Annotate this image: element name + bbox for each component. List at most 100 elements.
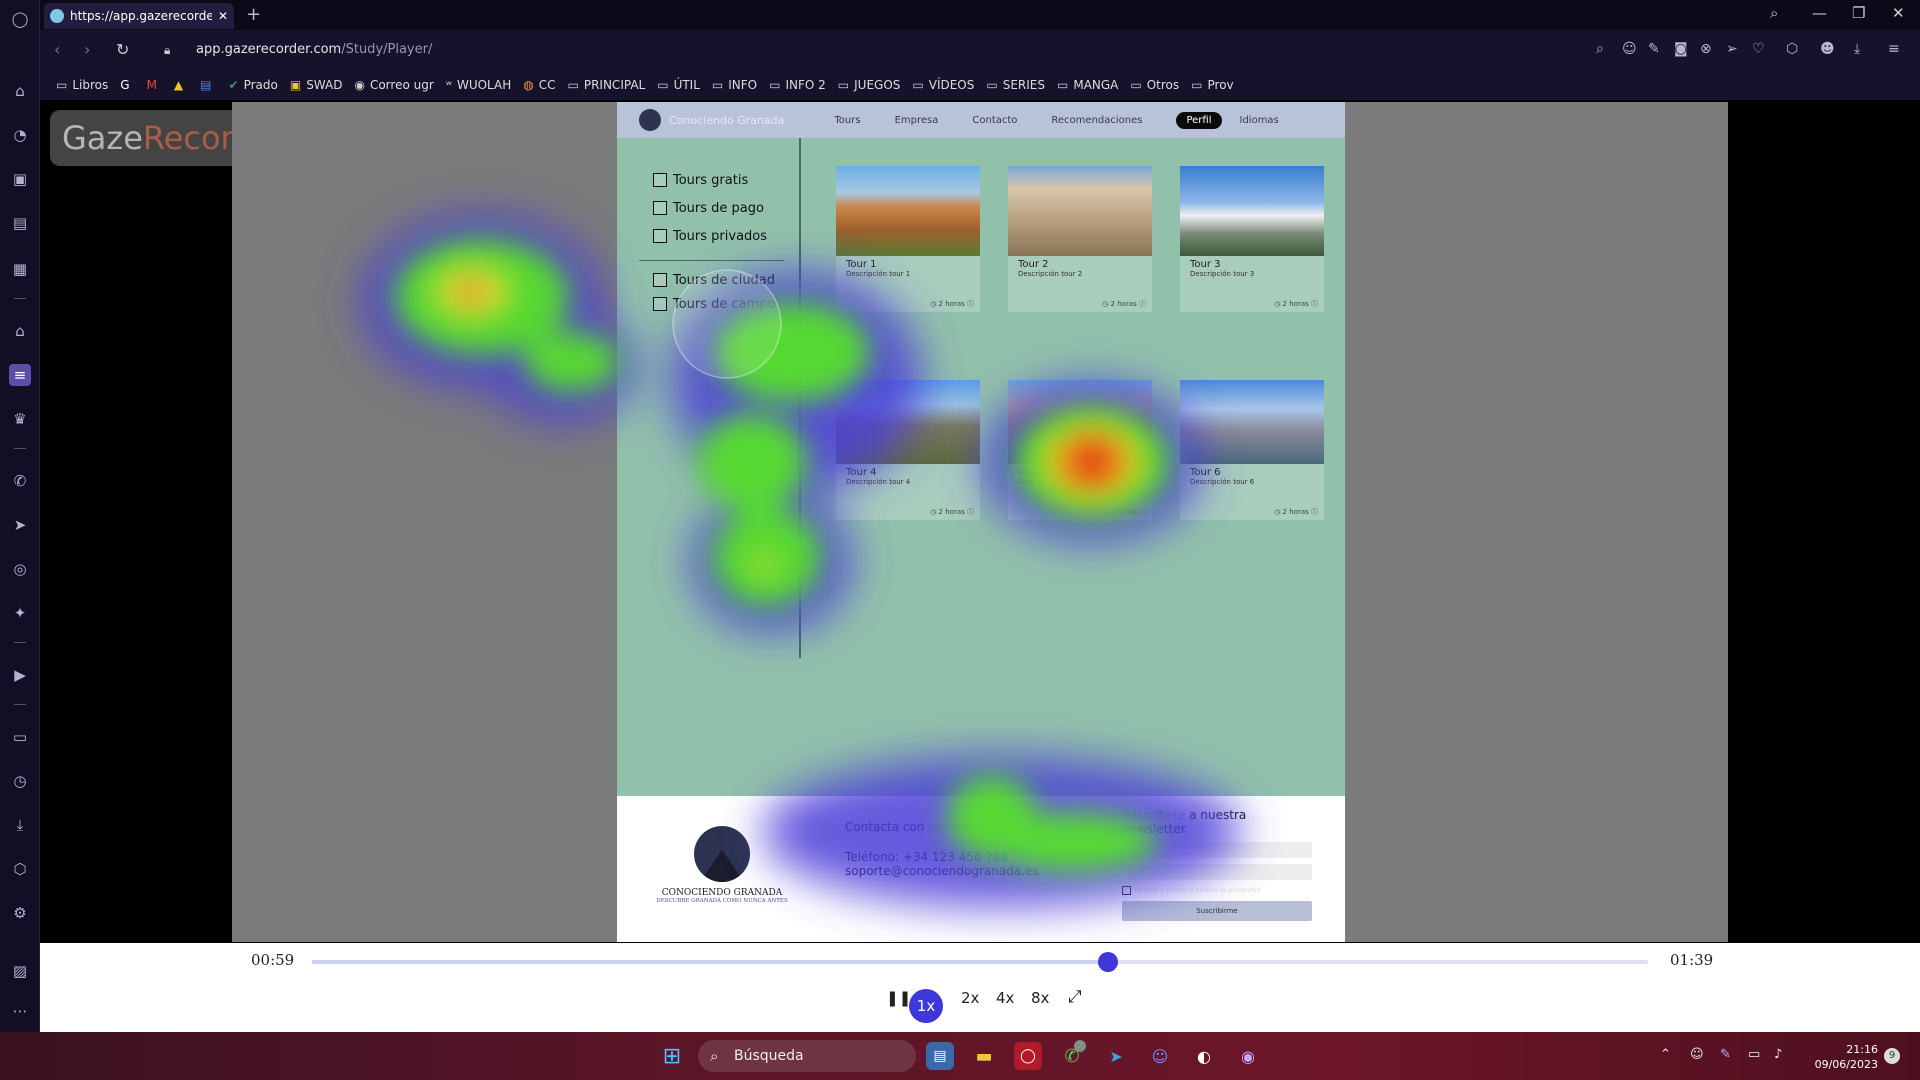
bookmark-juegos[interactable]: ▭ JUEGOS [838, 78, 901, 92]
search-tabs-icon[interactable]: ⌕ [1770, 4, 1778, 22]
active-tab[interactable]: https://app.gazerecorder.c ✕ [44, 3, 234, 29]
restore-icon[interactable]: ❐ [1852, 4, 1865, 22]
seek-bar[interactable] [312, 952, 1648, 972]
tour-desc: Descripción tour 4 [846, 478, 911, 486]
box-icon[interactable]: ⬡ [1786, 41, 1798, 57]
cc-icon: ◍ [523, 78, 534, 92]
fullscreen-icon[interactable]: ⤢ [1068, 987, 1082, 1007]
discord-icon[interactable]: ☺ [1146, 1042, 1174, 1070]
zoom-icon[interactable]: ⌕ [1596, 41, 1604, 57]
whatsapp-icon[interactable]: ✆ 2 [1058, 1040, 1086, 1070]
bookmark-libros[interactable]: ▭ Libros [56, 78, 108, 92]
tray-expand-icon[interactable]: ⌃ [1660, 1047, 1671, 1062]
tour-duration: ◷ 2 horas ⓘ [1102, 508, 1146, 516]
bookmark-drive[interactable]: ▲ [174, 78, 188, 92]
bookmark-series[interactable]: ▭ SERIES [986, 78, 1045, 92]
twitch-icon[interactable]: ▤ [9, 212, 31, 234]
bookmark-util[interactable]: ▭ ÚTIL [657, 78, 700, 92]
notes-icon[interactable]: ≡ [9, 364, 31, 386]
windows-start-icon[interactable]: ⊞ [658, 1042, 686, 1070]
bookmark-videos[interactable]: ▭ VÍDEOS [912, 78, 974, 92]
more-icon[interactable]: ⋯ [9, 1000, 31, 1022]
home-icon[interactable]: ⌂ [9, 320, 31, 342]
browser-logo-icon[interactable]: ◯ [9, 8, 31, 30]
lock-icon[interactable]: 🔒︎ [164, 43, 170, 58]
speed-4x-button[interactable]: 4x [996, 989, 1014, 1007]
whatsapp-icon[interactable]: ✆ [9, 470, 31, 492]
history-icon[interactable]: ◷ [9, 770, 31, 792]
notification-badge[interactable]: 9 [1884, 1048, 1900, 1064]
current-time: 00:59 [251, 951, 295, 969]
speed-8x-button[interactable]: 8x [1031, 989, 1049, 1007]
new-tab-icon[interactable]: + [246, 4, 261, 25]
bookmark-docs[interactable]: ▤ [200, 78, 216, 92]
downloads-icon[interactable]: ⤓ [9, 814, 31, 836]
file-explorer-icon[interactable]: ▬ [970, 1042, 998, 1070]
taskbar-search[interactable]: ⌕ Búsqueda [698, 1040, 916, 1072]
bookmark-otros[interactable]: ▭ Otros [1130, 78, 1179, 92]
github-icon[interactable]: ◉ [1234, 1042, 1262, 1070]
google-icon: G [120, 78, 130, 92]
blocker-icon[interactable]: ⊗ [1700, 41, 1712, 57]
crown-icon[interactable]: ♛ [9, 408, 31, 430]
bookmark-google[interactable]: G [120, 78, 134, 92]
bag-icon[interactable]: ▣ [9, 168, 31, 190]
cube-icon[interactable]: ⬡ [9, 858, 31, 880]
back-icon[interactable]: ‹ [54, 40, 60, 59]
speed-icon[interactable]: ◔ [9, 124, 31, 146]
send-icon[interactable]: ➢ [1726, 41, 1738, 57]
bookmarks-bar: ▭ Libros G M ▲ ▤ ✔ Prado ▣ SWAD ◉ Correo ugr… [40, 70, 1920, 100]
bookmark-gmail[interactable]: M [147, 78, 162, 92]
url-field[interactable]: app.gazerecorder.com/Study/Player/ [196, 42, 432, 57]
gamepad-icon[interactable]: ⌂ [9, 80, 31, 102]
download-icon[interactable]: ⤓ [1854, 41, 1860, 57]
bookmark-info2[interactable]: ▭ INFO 2 [769, 78, 826, 92]
camera-icon[interactable]: ◙ [1674, 41, 1688, 57]
bookmark-cc[interactable]: ◍ CC [523, 78, 555, 92]
volume-icon[interactable]: ♪ [1774, 1047, 1782, 1062]
speed-2x-button[interactable]: 2x [961, 989, 979, 1007]
menu-icon[interactable]: ≡ [1888, 41, 1900, 57]
folder-icon: ▭ [912, 78, 924, 92]
reload-icon[interactable]: ↻ [116, 40, 129, 59]
bookmark-prado[interactable]: ✔ Prado [229, 78, 278, 92]
close-window-icon[interactable]: ✕ [1892, 4, 1905, 22]
bookmark-info[interactable]: ▭ INFO [712, 78, 757, 92]
footer-contact: Contacta con nosotros Teléfono: +34 123 … [845, 820, 1039, 878]
bookmark-manga[interactable]: ▭ MANGA [1057, 78, 1118, 92]
extensions-icon[interactable]: ▦ [9, 258, 31, 280]
opera-gx-icon[interactable]: ◯ [1014, 1042, 1042, 1070]
telegram-icon[interactable]: ➤ [1102, 1042, 1130, 1070]
telegram-icon[interactable]: ➤ [9, 514, 31, 536]
forward-icon[interactable]: › [84, 40, 90, 59]
profile-icon[interactable]: ☻ [1820, 41, 1835, 57]
seek-thumb[interactable] [1098, 952, 1119, 972]
close-tab-icon[interactable]: ✕ [218, 9, 228, 23]
widgets-icon[interactable]: ▤ [926, 1042, 954, 1070]
edit-icon[interactable]: ✎ [1648, 41, 1660, 57]
heart-icon[interactable]: ♡ [1752, 41, 1765, 57]
system-clock[interactable]: 21:16 09/06/2023 [1812, 1042, 1878, 1072]
folder-icon: ▭ [1130, 78, 1142, 92]
player-icon[interactable]: ▶ [9, 664, 31, 686]
bookmark-swad[interactable]: ▣ SWAD [290, 78, 343, 92]
speed-1x-button[interactable]: 1x [909, 989, 943, 1023]
bookmark-principal[interactable]: ▭ PRINCIPAL [568, 78, 646, 92]
instagram-icon[interactable]: ◎ [9, 558, 31, 580]
discord-tray-icon[interactable]: ☺ [1690, 1047, 1704, 1062]
image-icon[interactable]: ▨ [9, 960, 31, 982]
bookmark-prov[interactable]: ▭ Prov [1191, 78, 1233, 92]
folder-icon: ▭ [567, 78, 579, 92]
pause-icon[interactable]: ❚❚ [886, 989, 911, 1007]
pen-tray-icon[interactable]: ✎ [1720, 1047, 1731, 1062]
twitter-icon[interactable]: ✦ [9, 602, 31, 624]
bookmark-wuolah[interactable]: ʷ WUOLAH [446, 78, 511, 92]
network-icon[interactable]: ▭ [1748, 1047, 1760, 1062]
emoji-icon[interactable]: ☺ [1622, 41, 1637, 57]
minimize-icon[interactable]: — [1812, 4, 1827, 22]
bookmark-correo-ugr[interactable]: ◉ Correo ugr [354, 78, 433, 92]
tour-card: Tour 2 Descripción tour 2 ◷ 2 horas ⓘ [1008, 166, 1152, 312]
obs-icon[interactable]: ◐ [1190, 1042, 1218, 1070]
settings-icon[interactable]: ⚙ [9, 902, 31, 924]
chat-icon[interactable]: ▭ [9, 726, 31, 748]
